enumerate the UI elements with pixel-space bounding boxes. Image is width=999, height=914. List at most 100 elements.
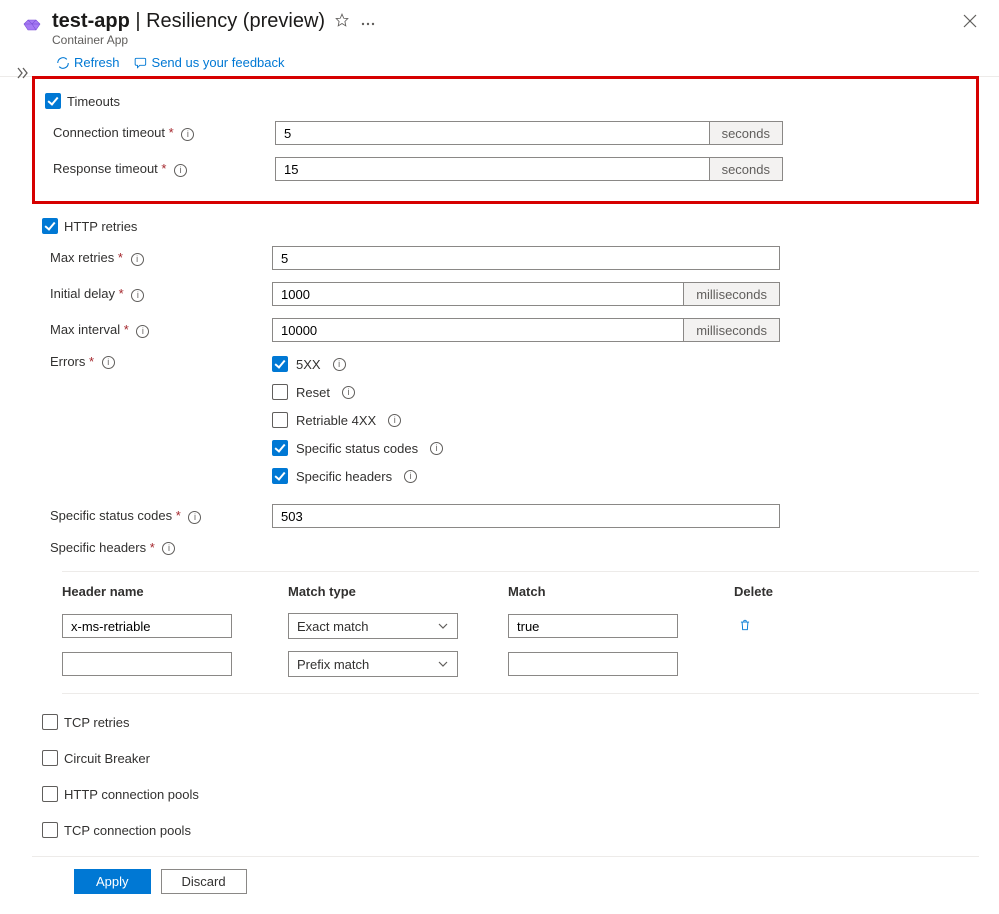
connection-timeout-label: Connection timeout * i bbox=[53, 125, 275, 140]
expand-sidebar-button[interactable] bbox=[10, 66, 34, 83]
response-timeout-label: Response timeout * i bbox=[53, 161, 275, 176]
discard-button[interactable]: Discard bbox=[161, 869, 247, 894]
initial-delay-row: Initial delay * i milliseconds bbox=[50, 276, 979, 312]
error-status-codes-checkbox[interactable] bbox=[272, 440, 288, 456]
col-header-name: Header name bbox=[62, 584, 288, 599]
col-header-match: Match bbox=[508, 584, 734, 599]
specific-status-row: Specific status codes * i bbox=[50, 498, 979, 534]
max-interval-label: Max interval * i bbox=[50, 322, 272, 337]
info-icon[interactable]: i bbox=[102, 356, 115, 369]
header-name-input[interactable] bbox=[62, 652, 232, 676]
apply-button[interactable]: Apply bbox=[74, 869, 151, 894]
specific-status-label: Specific status codes * i bbox=[50, 508, 272, 523]
timeouts-checkbox[interactable] bbox=[45, 93, 61, 109]
header-row: Prefix match bbox=[62, 645, 979, 683]
tcp-pools-checkbox-row[interactable]: TCP connection pools bbox=[42, 816, 979, 844]
http-pools-checkbox[interactable] bbox=[42, 786, 58, 802]
connection-timeout-unit: seconds bbox=[710, 121, 783, 145]
page-subtitle: Container App bbox=[52, 33, 979, 47]
page-title: test-app | Resiliency (preview) bbox=[52, 10, 325, 33]
tcp-retries-checkbox-row[interactable]: TCP retries bbox=[42, 708, 979, 736]
tcp-retries-checkbox[interactable] bbox=[42, 714, 58, 730]
specific-status-input[interactable] bbox=[272, 504, 780, 528]
timeouts-label: Timeouts bbox=[67, 94, 120, 109]
circuit-breaker-label: Circuit Breaker bbox=[64, 751, 150, 766]
match-type-select[interactable]: Prefix match bbox=[288, 651, 458, 677]
max-interval-unit: milliseconds bbox=[684, 318, 780, 342]
info-icon[interactable]: i bbox=[174, 164, 187, 177]
info-icon[interactable]: i bbox=[131, 289, 144, 302]
header-match-input[interactable] bbox=[508, 652, 678, 676]
header-match-input[interactable] bbox=[508, 614, 678, 638]
error-headers-checkbox[interactable] bbox=[272, 468, 288, 484]
error-5xx-checkbox[interactable] bbox=[272, 356, 288, 372]
headers-table: Header name Match type Match Delete Exac… bbox=[62, 571, 979, 694]
info-icon[interactable]: i bbox=[181, 128, 194, 141]
container-app-icon bbox=[20, 12, 44, 36]
error-headers-label: Specific headers bbox=[296, 469, 392, 484]
timeouts-highlight: Timeouts Connection timeout * i seconds … bbox=[32, 76, 979, 204]
error-4xx-label: Retriable 4XX bbox=[296, 413, 376, 428]
http-retries-checkbox-row[interactable]: HTTP retries bbox=[42, 212, 979, 240]
connection-timeout-row: Connection timeout * i seconds bbox=[53, 115, 966, 151]
footer: Apply Discard bbox=[32, 856, 979, 894]
response-timeout-row: Response timeout * i seconds bbox=[53, 151, 966, 187]
favorite-button[interactable] bbox=[333, 11, 351, 32]
info-icon[interactable]: i bbox=[188, 511, 201, 524]
tcp-pools-checkbox[interactable] bbox=[42, 822, 58, 838]
delete-row-button[interactable] bbox=[734, 614, 756, 639]
error-5xx-row[interactable]: 5XX i bbox=[272, 356, 443, 372]
info-icon[interactable]: i bbox=[131, 253, 144, 266]
feedback-button[interactable]: Send us your feedback bbox=[134, 55, 285, 70]
col-header-delete: Delete bbox=[734, 584, 794, 599]
info-icon[interactable]: i bbox=[162, 542, 175, 555]
tcp-pools-label: TCP connection pools bbox=[64, 823, 191, 838]
error-4xx-row[interactable]: Retriable 4XX i bbox=[272, 412, 443, 428]
info-icon[interactable]: i bbox=[333, 358, 346, 371]
tcp-retries-label: TCP retries bbox=[64, 715, 130, 730]
connection-timeout-input[interactable] bbox=[275, 121, 710, 145]
specific-headers-label: Specific headers * i bbox=[50, 540, 272, 555]
error-reset-row[interactable]: Reset i bbox=[272, 384, 443, 400]
initial-delay-label: Initial delay * i bbox=[50, 286, 272, 301]
toolbar: Refresh Send us your feedback bbox=[0, 49, 999, 77]
timeouts-checkbox-row[interactable]: Timeouts bbox=[45, 87, 966, 115]
max-retries-input[interactable] bbox=[272, 246, 780, 270]
http-retries-checkbox[interactable] bbox=[42, 218, 58, 234]
initial-delay-unit: milliseconds bbox=[684, 282, 780, 306]
http-retries-label: HTTP retries bbox=[64, 219, 137, 234]
response-timeout-input[interactable] bbox=[275, 157, 710, 181]
max-interval-row: Max interval * i milliseconds bbox=[50, 312, 979, 348]
error-status-codes-label: Specific status codes bbox=[296, 441, 418, 456]
http-pools-checkbox-row[interactable]: HTTP connection pools bbox=[42, 780, 979, 808]
more-menu-button[interactable] bbox=[359, 12, 377, 31]
circuit-breaker-checkbox-row[interactable]: Circuit Breaker bbox=[42, 744, 979, 772]
match-type-select[interactable]: Exact match bbox=[288, 613, 458, 639]
page-header: test-app | Resiliency (preview) Containe… bbox=[0, 0, 999, 49]
refresh-button[interactable]: Refresh bbox=[56, 55, 120, 70]
errors-row: Errors * i 5XX i Reset i Ret bbox=[50, 348, 979, 498]
error-status-codes-row[interactable]: Specific status codes i bbox=[272, 440, 443, 456]
circuit-breaker-checkbox[interactable] bbox=[42, 750, 58, 766]
info-icon[interactable]: i bbox=[404, 470, 417, 483]
errors-label: Errors * i bbox=[50, 354, 272, 369]
error-reset-label: Reset bbox=[296, 385, 330, 400]
headers-table-head: Header name Match type Match Delete bbox=[62, 572, 979, 607]
info-icon[interactable]: i bbox=[136, 325, 149, 338]
error-headers-row[interactable]: Specific headers i bbox=[272, 468, 443, 484]
error-reset-checkbox[interactable] bbox=[272, 384, 288, 400]
close-button[interactable] bbox=[961, 12, 979, 33]
info-icon[interactable]: i bbox=[430, 442, 443, 455]
info-icon[interactable]: i bbox=[388, 414, 401, 427]
response-timeout-unit: seconds bbox=[710, 157, 783, 181]
error-4xx-checkbox[interactable] bbox=[272, 412, 288, 428]
header-name-input[interactable] bbox=[62, 614, 232, 638]
info-icon[interactable]: i bbox=[342, 386, 355, 399]
header-row: Exact match bbox=[62, 607, 979, 645]
specific-headers-row: Specific headers * i bbox=[50, 534, 979, 561]
max-interval-input[interactable] bbox=[272, 318, 684, 342]
max-retries-row: Max retries * i bbox=[50, 240, 979, 276]
col-header-type: Match type bbox=[288, 584, 508, 599]
max-retries-label: Max retries * i bbox=[50, 250, 272, 265]
initial-delay-input[interactable] bbox=[272, 282, 684, 306]
